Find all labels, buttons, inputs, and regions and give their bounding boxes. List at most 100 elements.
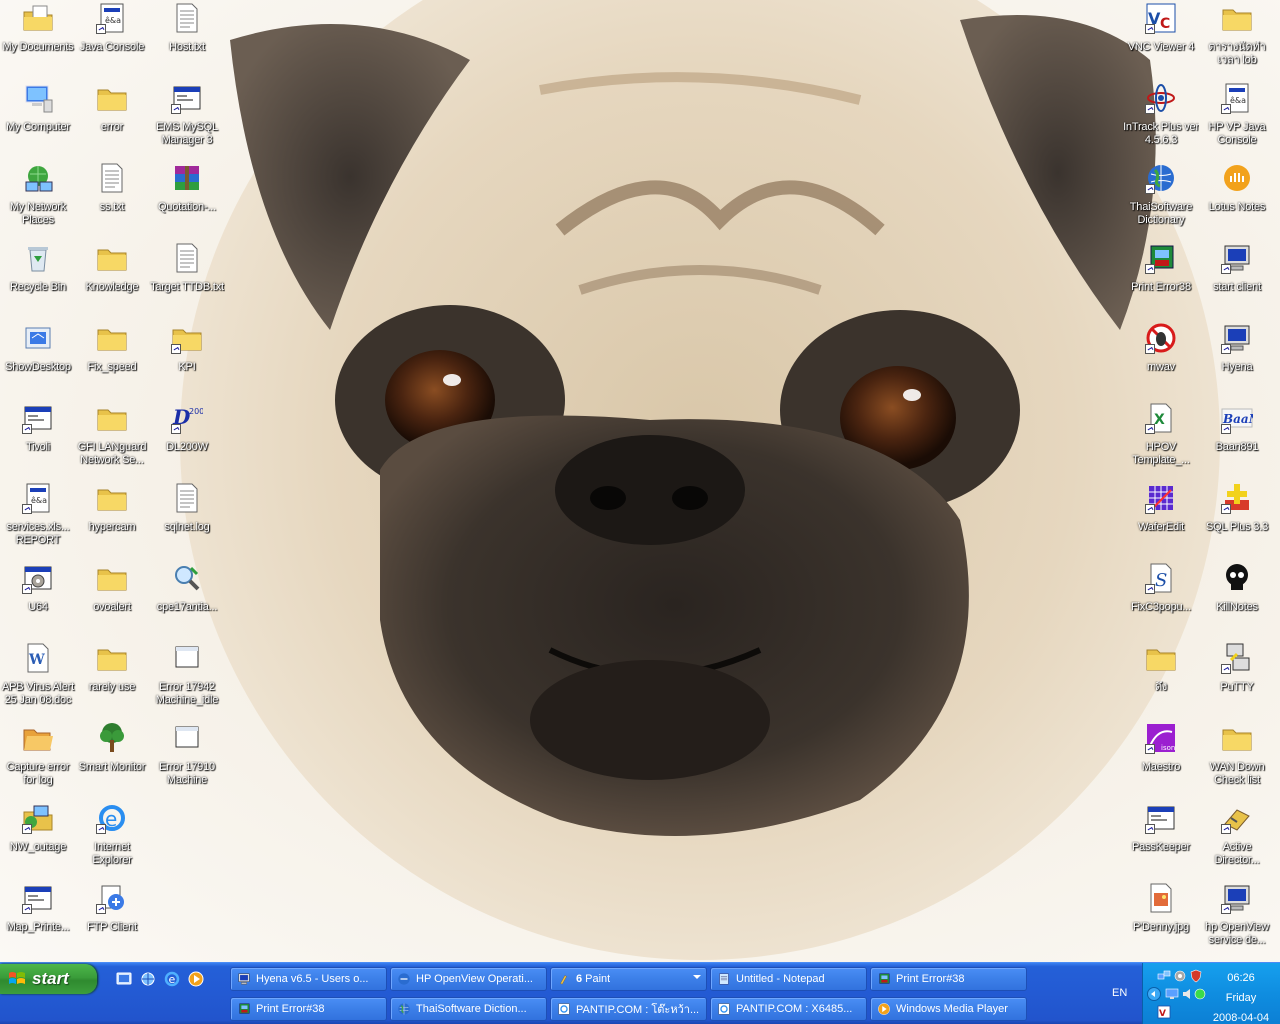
icon-label: HP VP Java Console [1208, 121, 1266, 146]
knowledge-folder-icon[interactable]: Knowledge [74, 240, 150, 318]
taskbar-button[interactable]: PANTIP.COM : X6485... [710, 997, 867, 1021]
apb-virus-alert-icon[interactable]: W APB Virus Alert 25 Jan 08.doc [0, 640, 76, 718]
taskbar-button[interactable]: Print Error#38 [870, 967, 1027, 991]
fixc3populate-icon[interactable]: S FixC3popu... [1123, 560, 1199, 638]
hp-openview-service-icon[interactable]: hp OpenView service de... [1199, 880, 1275, 958]
my-computer-icon[interactable]: My Computer [0, 80, 76, 158]
thaisoftware-dictionary-icon[interactable]: ThaiSoftware Dictionary [1123, 160, 1199, 238]
hypercam-folder-icon[interactable]: hypercam [74, 480, 150, 558]
smart-monitor-icon[interactable]: Smart Monitor [74, 720, 150, 798]
putty-icon[interactable]: PuTTY [1199, 640, 1275, 718]
baan891-icon[interactable]: BaaN Baan891 [1199, 400, 1275, 478]
shortcut-arrow-icon [1145, 24, 1155, 34]
map-printer-icon[interactable]: Map_Printe... [0, 880, 76, 958]
start-button[interactable]: start [0, 964, 97, 994]
error-folder-icon[interactable]: error [74, 80, 150, 158]
taskbar-button[interactable]: PANTIP.COM : โต๊ะหว้า... [550, 997, 707, 1021]
fix-speed-folder-icon[interactable]: Fix_speed [74, 320, 150, 398]
recycle-bin-icon [22, 242, 54, 274]
document-app-icon: ê&a [22, 482, 54, 514]
network-icon[interactable] [140, 971, 156, 987]
internet-explorer-icon[interactable]: e Internet Explorer [74, 800, 150, 878]
language-indicator[interactable]: EN [1112, 987, 1127, 999]
media-icon[interactable] [188, 971, 204, 987]
taskbar-button[interactable]: 6 Paint [550, 967, 707, 991]
active-directory-icon[interactable]: Active Director... [1199, 800, 1275, 878]
hyena-icon[interactable]: Hyena [1199, 320, 1275, 398]
maestro-icon[interactable]: ison Maestro [1123, 720, 1199, 798]
lotus-icon [1221, 162, 1253, 194]
kpi-folder-icon[interactable]: KPI [149, 320, 225, 398]
start-client-icon[interactable]: start client [1199, 240, 1275, 318]
ie-icon[interactable]: e [164, 971, 180, 987]
document-app-icon: ê&a [1221, 82, 1253, 114]
error-17910-icon[interactable]: Error 17910 Machine [149, 720, 225, 798]
dl200w-icon[interactable]: D 200 DL200W [149, 400, 225, 478]
clock[interactable]: 06:26 Friday 2008-04-04 [1205, 968, 1277, 1024]
capture-error-for-log-icon[interactable]: Capture error for log [0, 720, 76, 798]
ftp-client-icon[interactable]: FTP Client [74, 880, 150, 958]
show-desktop-icon[interactable]: ShowDesktop [0, 320, 76, 398]
vnc-tray-icon[interactable]: V [1157, 1005, 1171, 1019]
sqlnet-log-icon[interactable]: sqlnet.log [149, 480, 225, 558]
intrack-plus-icon[interactable]: InTrack Plus ver 4.5.6.3 [1123, 80, 1199, 158]
taskbar-button[interactable]: Print Error#38 [230, 997, 387, 1021]
window-app-icon [22, 882, 54, 914]
gfi-languard-icon[interactable]: GFI LANguard Network Se... [74, 400, 150, 478]
my-network-places-icon[interactable]: My Network Places [0, 160, 76, 238]
mwav-icon[interactable]: mwav [1123, 320, 1199, 398]
rarely-use-folder-icon[interactable]: rarely use [74, 640, 150, 718]
network-tray-icon[interactable] [1157, 969, 1171, 983]
ovoalert-folder-icon[interactable]: ovoalert [74, 560, 150, 638]
services-report-icon[interactable]: ê&a services.xls... REPORT [0, 480, 76, 558]
print-error38-icon[interactable]: Print Error38 [1123, 240, 1199, 318]
word-doc-icon: W [22, 642, 54, 674]
taskbar-button[interactable]: ThaiSoftware Diction... [390, 997, 547, 1021]
chevron-down-icon [693, 975, 701, 979]
monitor-tray-icon[interactable] [1165, 987, 1179, 1001]
tray-expand-button[interactable] [1147, 987, 1161, 1001]
lotus-notes-icon[interactable]: Lotus Notes [1199, 160, 1275, 238]
hp-vp-java-console-icon[interactable]: ê&a HP VP Java Console [1199, 80, 1275, 158]
taskbar-button[interactable]: Hyena v6.5 - Users o... [230, 967, 387, 991]
taskbar-button[interactable]: Windows Media Player [870, 997, 1027, 1021]
shield-tray-icon[interactable] [1189, 969, 1203, 983]
passkeeper-icon[interactable]: PassKeeper [1123, 800, 1199, 878]
error-17942-icon[interactable]: Error 17942 Machine_idle [149, 640, 225, 718]
taskbar-button-label: Hyena v6.5 - Users o... [256, 973, 369, 985]
cpe17antia-icon[interactable]: cpe17antia... [149, 560, 225, 638]
u64-icon[interactable]: U64 [0, 560, 76, 638]
quotation-icon[interactable]: Quotation-... [149, 160, 225, 238]
my-documents-icon[interactable]: My Documents [0, 0, 76, 78]
ss-txt-icon[interactable]: ss.txt [74, 160, 150, 238]
icon-label: ss.txt [99, 201, 125, 213]
sql-plus-icon[interactable]: SQL Plus 3.3 [1199, 480, 1275, 558]
icon-label: Internet Explorer [92, 841, 132, 866]
killnotes-icon[interactable]: KillNotes [1199, 560, 1275, 638]
vnc-viewer-icon[interactable]: V C VNC Viewer 4 [1123, 0, 1199, 78]
show-desktop-icon[interactable] [116, 971, 132, 987]
p-denny-jpg-icon[interactable]: P'Denny.jpg [1123, 880, 1199, 958]
target-ttdb-txt-icon[interactable]: Target TTDB.txt [149, 240, 225, 318]
tree-icon [96, 722, 128, 754]
taskbar-button[interactable]: HP OpenView Operati... [390, 967, 547, 991]
ems-mysql-manager-icon[interactable]: EMS MySQL Manager 3 [149, 80, 225, 158]
thai-folder-icon[interactable]: ดึง [1123, 640, 1199, 718]
waferedit-icon[interactable]: WaferEdit [1123, 480, 1199, 558]
recycle-bin-icon[interactable]: Recycle Bin [0, 240, 76, 318]
tivoli-icon[interactable]: Tivoli [0, 400, 76, 478]
wan-down-checklist-icon[interactable]: WAN Down Check list [1199, 720, 1275, 798]
clock-date: 2008-04-04 [1212, 1012, 1270, 1024]
java-console-icon[interactable]: ê&a Java Console [74, 0, 150, 78]
host-txt-icon[interactable]: Host.txt [149, 0, 225, 78]
gear-tray-icon[interactable] [1173, 969, 1187, 983]
quick-launch-bar: e [116, 971, 204, 987]
taskbar-button[interactable]: Untitled - Notepad [710, 967, 867, 991]
hpov-template-icon[interactable]: X HPOV Template_... [1123, 400, 1199, 478]
nw-outage-icon[interactable]: NW_outage [0, 800, 76, 878]
icon-label: Host.txt [169, 41, 205, 53]
show-desktop-icon [22, 322, 54, 354]
thai-folder-2-icon[interactable]: ตารางนัดทำ เวลา lob [1199, 0, 1275, 78]
icon-label: SQL Plus 3.3 [1205, 521, 1268, 533]
desktop[interactable]: My Documents My Computer My Network Places… [0, 0, 1280, 962]
